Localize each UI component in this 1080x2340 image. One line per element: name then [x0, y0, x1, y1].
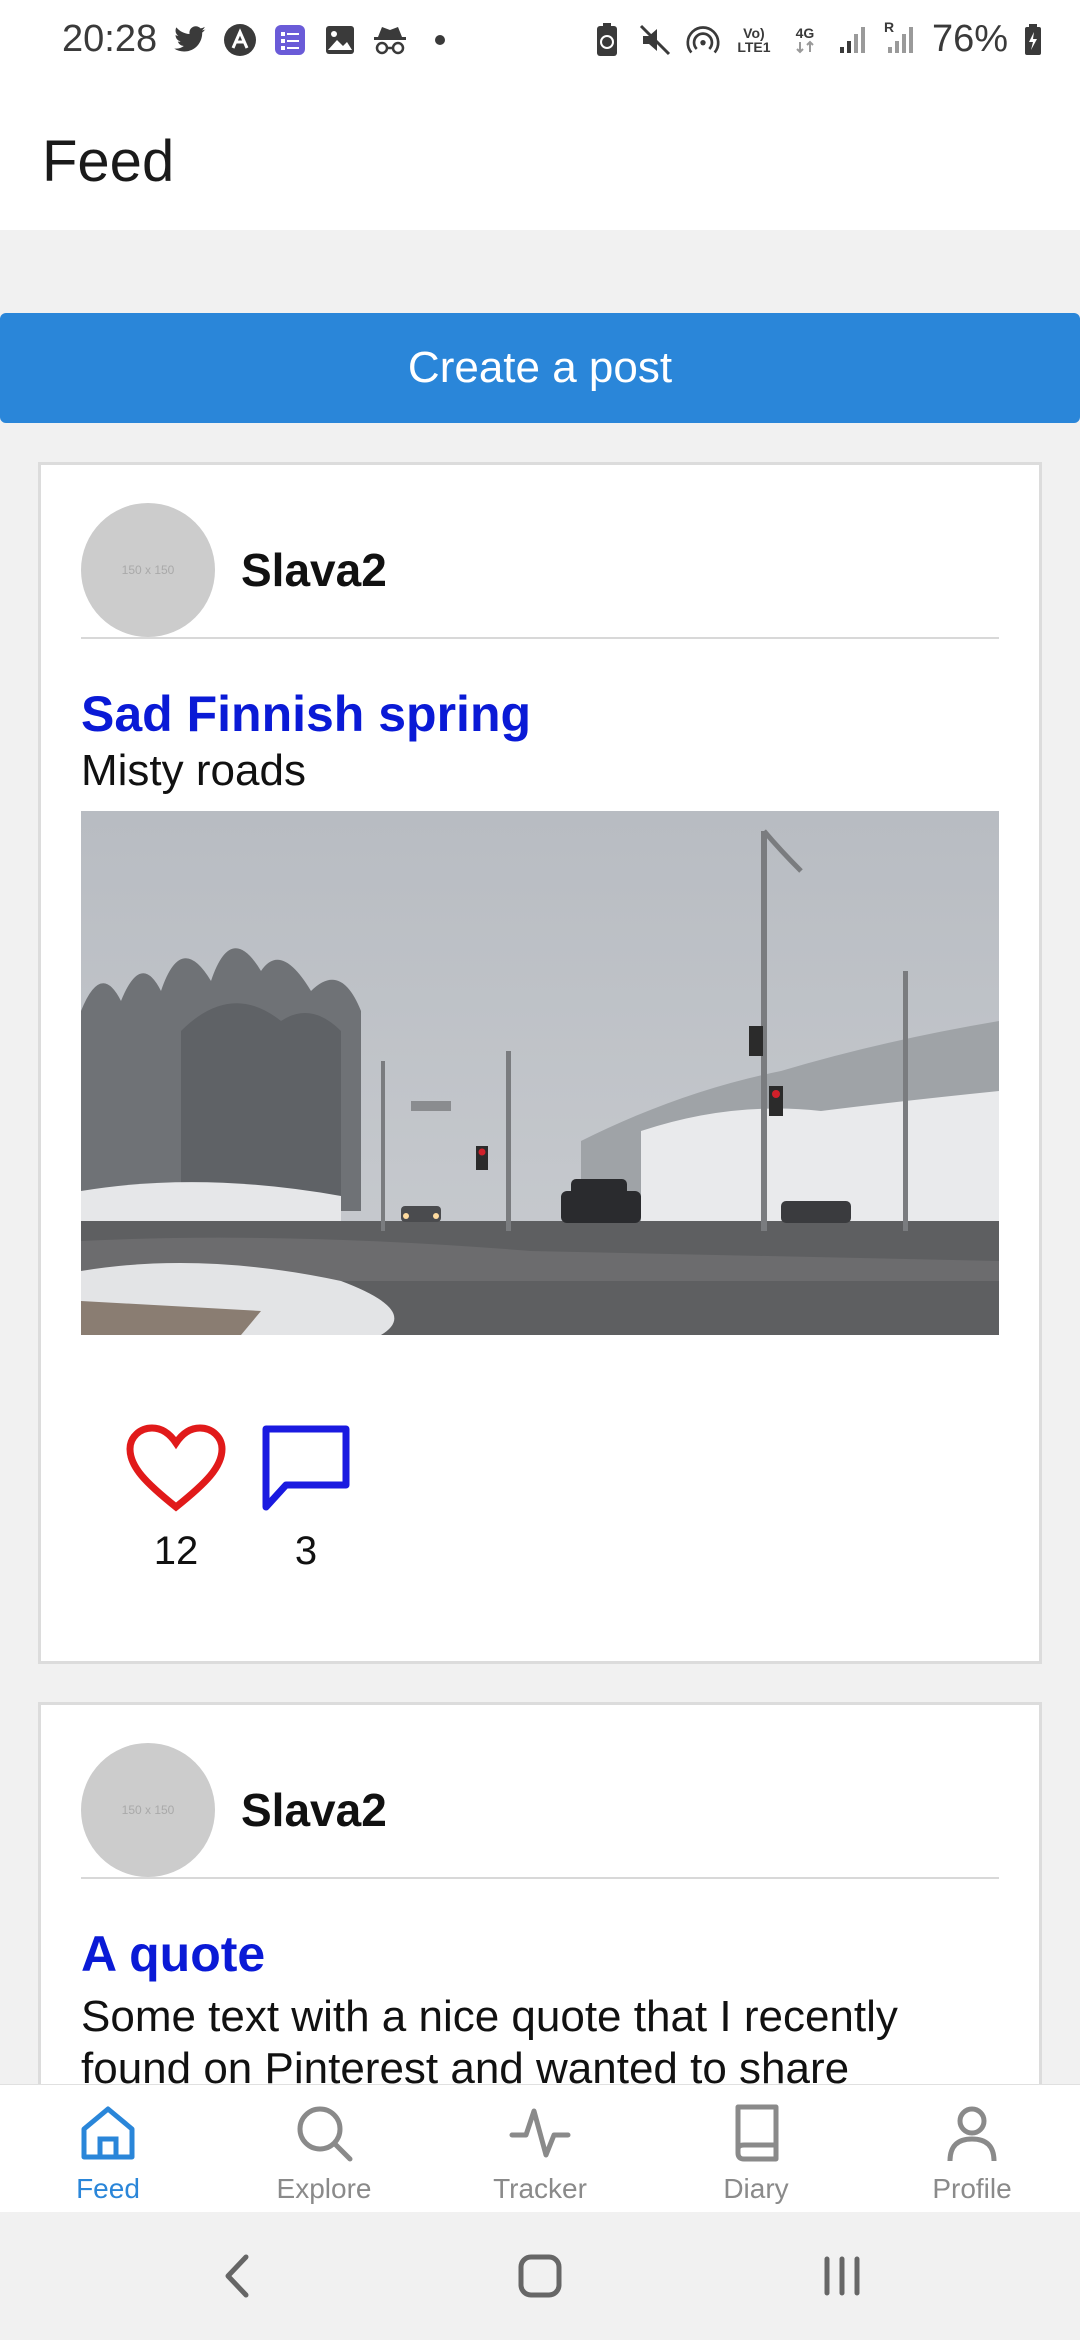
- home-icon: [81, 2106, 135, 2160]
- user-icon: [947, 2106, 997, 2162]
- battery-saver-icon: [590, 20, 624, 60]
- system-status-icons: Vo) LTE1 4G R 76%: [590, 18, 1044, 61]
- notification-icons: [172, 22, 458, 58]
- post-title[interactable]: Sad Finnish spring: [81, 685, 531, 743]
- post-header: 150 x 150 Slava2: [81, 1743, 999, 1879]
- mute-icon: [638, 20, 672, 60]
- activity-icon: [509, 2108, 571, 2158]
- comment-count: 3: [294, 1529, 318, 1573]
- signal-roaming-icon: R: [884, 20, 918, 60]
- twitter-icon: [172, 22, 208, 58]
- status-time: 20:28: [62, 18, 158, 60]
- battery-percent: 76%: [931, 18, 1008, 60]
- nav-explore[interactable]: Explore: [216, 2085, 432, 2212]
- comment-icon[interactable]: [260, 1423, 352, 1515]
- comment-action[interactable]: 3: [251, 1423, 361, 1574]
- status-bar: 20:28 Vo) LTE1 4G R 76%: [0, 0, 1080, 84]
- bottom-nav: Feed Explore Tracker Diary Profile: [0, 2084, 1080, 2212]
- incognito-icon: [372, 22, 408, 58]
- list-app-icon: [272, 22, 308, 58]
- a-logo-icon: [222, 22, 258, 58]
- hotspot-icon: [686, 20, 720, 60]
- nav-feed[interactable]: Feed: [0, 2085, 216, 2212]
- book-icon: [735, 2104, 779, 2162]
- battery-icon: [1022, 20, 1044, 60]
- back-chevron-icon: [225, 2254, 249, 2298]
- nav-label: Feed: [76, 2173, 140, 2204]
- post-body: Some text with a nice quote that I recen…: [81, 1992, 898, 2093]
- avatar[interactable]: 150 x 150: [81, 503, 215, 637]
- like-count: 12: [153, 1529, 199, 1573]
- post-image[interactable]: [81, 811, 999, 1335]
- post-body: Misty roads: [81, 746, 306, 795]
- avatar[interactable]: 150 x 150: [81, 1743, 215, 1877]
- nav-label: Tracker: [493, 2173, 587, 2204]
- home-button[interactable]: [500, 2244, 580, 2308]
- recents-button[interactable]: [802, 2244, 882, 2308]
- post-author[interactable]: Slava2: [241, 1783, 387, 1837]
- create-post-button[interactable]: Create a post: [0, 313, 1080, 423]
- like-action[interactable]: 12: [121, 1423, 231, 1574]
- back-button[interactable]: [198, 2244, 278, 2308]
- post-author[interactable]: Slava2: [241, 543, 387, 597]
- system-nav-bar: [0, 2212, 1080, 2340]
- signal-icon: [836, 20, 870, 60]
- home-square-icon: [518, 2254, 562, 2298]
- avatar-placeholder-text: 150 x 150: [121, 563, 175, 577]
- nav-label: Profile: [932, 2173, 1012, 2204]
- post-header: 150 x 150 Slava2: [81, 503, 999, 639]
- dot-icon: [422, 22, 458, 58]
- post-actions: 12 3: [121, 1423, 381, 1583]
- nav-profile[interactable]: Profile: [864, 2085, 1080, 2212]
- heart-icon[interactable]: [124, 1423, 228, 1515]
- nav-diary[interactable]: Diary: [648, 2085, 864, 2212]
- 4g-icon: 4G: [788, 20, 822, 60]
- post-card[interactable]: 150 x 150 Slava2 Sad Finnish spring Mist…: [38, 462, 1042, 1664]
- recents-icon: [824, 2256, 860, 2296]
- gallery-icon: [322, 22, 358, 58]
- nav-tracker[interactable]: Tracker: [432, 2085, 648, 2212]
- search-icon: [297, 2106, 353, 2162]
- page-title: Feed: [42, 129, 175, 194]
- app-header: Feed: [0, 84, 1080, 230]
- avatar-placeholder-text: 150 x 150: [121, 1803, 175, 1817]
- nav-label: Explore: [276, 2173, 372, 2204]
- volte-icon: Vo) LTE1: [737, 24, 771, 55]
- nav-label: Diary: [723, 2173, 789, 2204]
- post-title[interactable]: A quote: [81, 1925, 265, 1983]
